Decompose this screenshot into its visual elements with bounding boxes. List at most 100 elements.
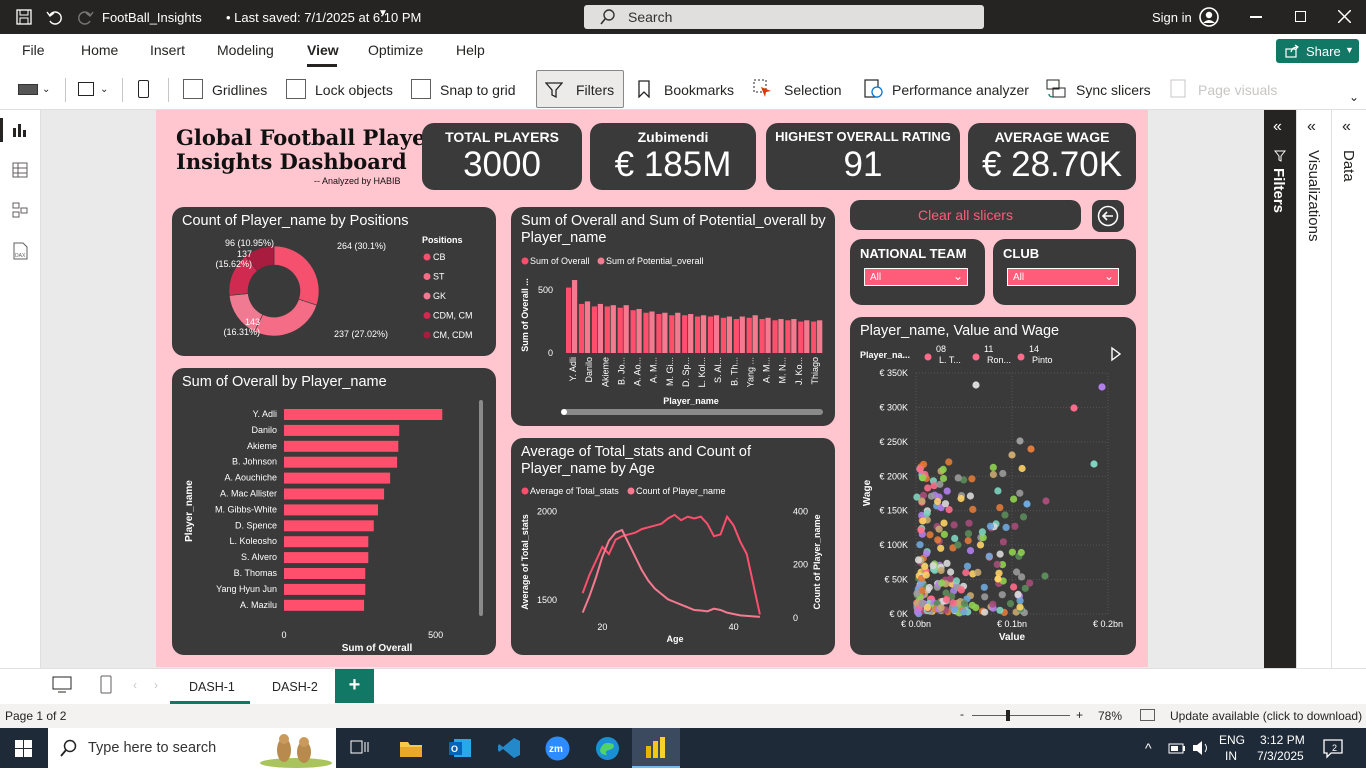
volume-icon[interactable] bbox=[1192, 740, 1210, 756]
sync-slicers-icon[interactable] bbox=[1046, 79, 1066, 99]
scroll-left-icon[interactable]: ‹ bbox=[133, 678, 137, 692]
menu-optimize[interactable]: Optimize bbox=[368, 42, 423, 58]
slicer-national-team[interactable]: NATIONAL TEAM All ⌄ bbox=[850, 239, 985, 305]
close-button[interactable] bbox=[1338, 10, 1351, 23]
scatter-point bbox=[1010, 495, 1018, 503]
column-chart-overall-potential[interactable]: Sum of Overall and Sum of Potential_over… bbox=[511, 207, 835, 426]
menu-help[interactable]: Help bbox=[456, 42, 485, 58]
snap-to-grid-checkbox[interactable] bbox=[411, 79, 431, 99]
kpi-card-total-players[interactable]: TOTAL PLAYERS 3000 bbox=[422, 123, 582, 190]
data-pane-collapsed[interactable]: « Data bbox=[1331, 110, 1366, 668]
table-view-icon[interactable] bbox=[12, 162, 28, 178]
bookmarks-button[interactable]: Bookmarks bbox=[664, 82, 734, 98]
scroll-right-icon[interactable]: › bbox=[154, 678, 158, 692]
desktop-layout-icon[interactable] bbox=[52, 676, 72, 694]
selection-icon[interactable] bbox=[753, 79, 773, 99]
donut-chart-positions[interactable]: Count of Player_name by Positions 264 (3… bbox=[172, 207, 496, 356]
chevron-down-icon[interactable]: ⌄ bbox=[100, 84, 108, 95]
tab-dash-1[interactable]: DASH-1 bbox=[170, 669, 250, 704]
filters-toggle-button[interactable]: Filters bbox=[536, 70, 624, 108]
menu-home[interactable]: Home bbox=[81, 42, 118, 58]
line-chart-age[interactable]: Average of Total_stats and Count of Play… bbox=[511, 438, 835, 655]
horizontal-bar bbox=[284, 536, 369, 548]
task-view-icon[interactable] bbox=[350, 740, 370, 756]
gridlines-checkbox[interactable] bbox=[183, 79, 203, 99]
menu-view[interactable]: View bbox=[307, 42, 339, 58]
menu-file[interactable]: File bbox=[22, 42, 45, 58]
expand-chevron-icon[interactable]: « bbox=[1273, 118, 1282, 136]
account-icon[interactable] bbox=[1199, 7, 1219, 27]
model-view-icon[interactable] bbox=[12, 202, 28, 218]
zoom-slider-thumb[interactable] bbox=[1006, 710, 1010, 721]
clock-time[interactable]: 3:12 PM bbox=[1260, 733, 1305, 747]
lock-objects-label[interactable]: Lock objects bbox=[315, 82, 393, 98]
report-view-icon[interactable] bbox=[12, 122, 28, 138]
edge-browser-icon[interactable] bbox=[595, 736, 620, 761]
update-available-link[interactable]: Update available (click to download) bbox=[1170, 709, 1362, 723]
club-dropdown[interactable]: All ⌄ bbox=[1007, 268, 1119, 286]
undo-icon[interactable] bbox=[46, 9, 62, 25]
language-indicator[interactable]: ENG bbox=[1219, 733, 1245, 747]
performance-analyzer-icon[interactable] bbox=[864, 79, 884, 99]
sync-slicers-button[interactable]: Sync slicers bbox=[1076, 82, 1151, 98]
page-view-icon[interactable] bbox=[78, 82, 94, 96]
chevron-down-icon[interactable]: ⌄ bbox=[42, 84, 50, 95]
bookmark-icon[interactable] bbox=[637, 80, 651, 98]
windows-start-icon[interactable] bbox=[15, 740, 33, 758]
fit-to-page-icon[interactable] bbox=[1140, 709, 1155, 721]
file-explorer-icon[interactable] bbox=[399, 738, 423, 758]
vscode-icon[interactable] bbox=[497, 737, 521, 759]
theme-icon[interactable] bbox=[18, 84, 38, 95]
redo-icon[interactable] bbox=[78, 9, 94, 25]
share-button[interactable]: Share ▼ bbox=[1276, 39, 1359, 63]
menu-bar: File Home Insert Modeling View Optimize … bbox=[0, 34, 1366, 68]
dax-query-view-icon[interactable]: DAX bbox=[12, 242, 28, 260]
file-title[interactable]: FootBall_Insights bbox=[102, 10, 202, 25]
taskbar-search-box[interactable]: Type here to search bbox=[48, 728, 336, 768]
back-button[interactable] bbox=[1092, 200, 1124, 232]
menu-insert[interactable]: Insert bbox=[150, 42, 185, 58]
clock-date[interactable]: 7/3/2025 bbox=[1257, 749, 1304, 763]
zoom-out-button[interactable]: - bbox=[960, 707, 964, 721]
expand-chevron-icon[interactable]: « bbox=[1342, 118, 1351, 136]
sign-in-link[interactable]: Sign in bbox=[1152, 10, 1192, 25]
zoom-level[interactable]: 78% bbox=[1098, 709, 1122, 723]
minimize-button[interactable] bbox=[1250, 16, 1262, 18]
outlook-icon[interactable]: O bbox=[448, 737, 472, 759]
battery-icon[interactable] bbox=[1168, 741, 1186, 755]
lock-objects-checkbox[interactable] bbox=[286, 79, 306, 99]
visualizations-pane-collapsed[interactable]: « Visualizations bbox=[1296, 110, 1331, 668]
add-page-button[interactable]: + bbox=[335, 669, 374, 703]
scatter-point bbox=[1041, 572, 1049, 580]
power-bi-taskbar-button[interactable] bbox=[632, 728, 680, 768]
save-icon[interactable] bbox=[16, 9, 32, 25]
selection-button[interactable]: Selection bbox=[784, 82, 842, 98]
national-team-dropdown[interactable]: All ⌄ bbox=[864, 268, 968, 286]
notifications-icon[interactable]: 2 bbox=[1323, 739, 1345, 759]
zoom-app-icon[interactable]: zm bbox=[545, 736, 570, 761]
performance-analyzer-button[interactable]: Performance analyzer bbox=[892, 82, 1029, 98]
search-input[interactable]: Search bbox=[584, 5, 984, 29]
zoom-in-button[interactable]: + bbox=[1076, 708, 1083, 722]
chevron-down-icon[interactable]: ▼ bbox=[378, 8, 388, 19]
menu-modeling[interactable]: Modeling bbox=[217, 42, 274, 58]
collapse-ribbon-icon[interactable]: ⌄ bbox=[1349, 90, 1359, 104]
kpi-card-highest-rating[interactable]: HIGHEST OVERALL RATING 91 bbox=[766, 123, 960, 190]
mobile-layout-icon[interactable] bbox=[138, 80, 149, 98]
bar-chart-overall[interactable]: Sum of Overall by Player_name Y. Adli Dan… bbox=[172, 368, 496, 655]
gridlines-label[interactable]: Gridlines bbox=[212, 82, 267, 98]
kpi-card-top-value[interactable]: Zubimendi € 185M bbox=[590, 123, 756, 190]
clear-slicers-button[interactable]: Clear all slicers bbox=[850, 200, 1081, 230]
zoom-slider[interactable] bbox=[972, 715, 1070, 716]
filters-pane-collapsed[interactable]: « Filters bbox=[1264, 110, 1296, 668]
scatter-chart-value-wage[interactable]: Player_name, Value and Wage Player_na...… bbox=[850, 317, 1136, 655]
show-hidden-icons[interactable]: ^ bbox=[1145, 740, 1152, 756]
snap-to-grid-label[interactable]: Snap to grid bbox=[440, 82, 516, 98]
maximize-button[interactable] bbox=[1295, 11, 1306, 22]
tab-dash-2[interactable]: DASH-2 bbox=[252, 669, 332, 704]
slicer-club[interactable]: CLUB All ⌄ bbox=[993, 239, 1136, 305]
expand-chevron-icon[interactable]: « bbox=[1307, 118, 1316, 136]
mobile-layout-icon[interactable] bbox=[100, 675, 112, 695]
kpi-card-average-wage[interactable]: AVERAGE WAGE € 28.70K bbox=[968, 123, 1136, 190]
divider bbox=[168, 78, 169, 102]
